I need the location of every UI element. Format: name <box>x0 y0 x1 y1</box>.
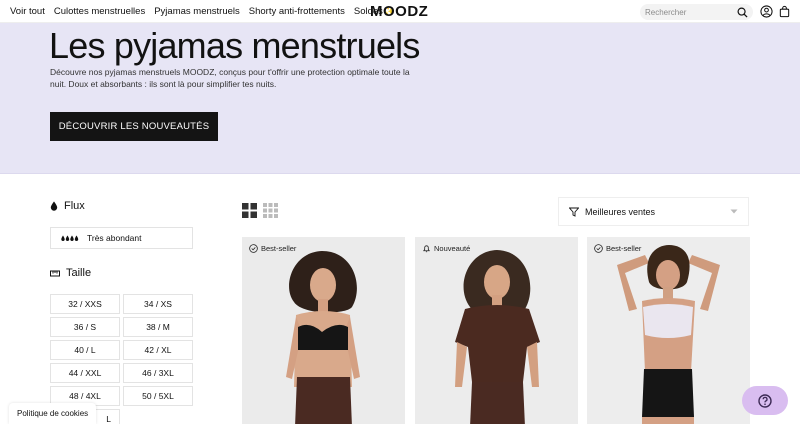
product-image <box>242 237 405 424</box>
product-badge: Nouveauté <box>422 244 470 253</box>
size-option[interactable]: 40 / L <box>50 340 120 360</box>
ruler-icon <box>50 270 60 276</box>
grid-3-icon[interactable] <box>263 203 278 218</box>
filter-icon <box>569 207 579 217</box>
cart-icon[interactable] <box>778 5 791 18</box>
sort-label: Meilleures ventes <box>585 206 656 217</box>
filter-taille-label: Taille <box>66 267 92 279</box>
account-icon[interactable] <box>760 5 773 18</box>
product-badge: Best-seller <box>249 244 296 253</box>
filter-flux-label: Flux <box>64 200 85 212</box>
nav-link-voir-tout[interactable]: Voir tout <box>10 6 45 17</box>
product-badge-label: Nouveauté <box>434 244 471 253</box>
page-title: Les pyjamas menstruels <box>49 25 420 66</box>
discover-new-button[interactable]: DÉCOUVRIR LES NOUVEAUTÉS <box>50 112 218 141</box>
hero-description: Découvre nos pyjamas menstruels MOODZ, c… <box>50 67 410 89</box>
size-option[interactable]: 38 / M <box>123 317 193 337</box>
nav-link-pyjamas[interactable]: Pyjamas menstruels <box>154 6 240 17</box>
search-icon[interactable] <box>737 7 748 18</box>
product-badge: Best-seller <box>594 244 641 253</box>
nav-links: Voir tout Culottes menstruelles Pyjamas … <box>10 0 395 23</box>
size-option[interactable]: 32 / XXS <box>50 294 120 314</box>
top-navigation: Voir tout Culottes menstruelles Pyjamas … <box>0 0 800 23</box>
size-option[interactable]: 42 / XL <box>123 340 193 360</box>
question-icon <box>758 393 772 408</box>
check-circle-icon <box>249 244 258 253</box>
product-card[interactable]: Nouveauté <box>415 237 578 424</box>
sort-select[interactable]: Meilleures ventes <box>558 197 749 226</box>
hero-banner: Les pyjamas menstruels Découvre nos pyja… <box>0 23 800 174</box>
filter-flux-title[interactable]: Flux <box>50 200 85 212</box>
size-option[interactable]: 34 / XS <box>123 294 193 314</box>
view-toggle <box>242 203 278 218</box>
size-option[interactable]: 44 / XXL <box>50 363 120 383</box>
grid-2-icon[interactable] <box>242 203 257 218</box>
cookie-policy-button[interactable]: Politique de cookies <box>9 403 97 424</box>
logo[interactable]: MOODZ <box>370 3 428 20</box>
product-card[interactable]: Best-seller <box>587 237 750 424</box>
nav-link-culottes[interactable]: Culottes menstruelles <box>54 6 145 17</box>
bell-icon <box>423 245 430 253</box>
product-badge-label: Best-seller <box>606 244 642 253</box>
flux-option-label: Très abondant <box>87 233 142 243</box>
size-option[interactable]: 46 / 3XL <box>123 363 193 383</box>
help-button[interactable] <box>742 386 788 415</box>
size-option[interactable]: 50 / 5XL <box>123 386 193 406</box>
chevron-down-icon <box>730 209 738 214</box>
flux-option[interactable]: Très abondant <box>50 227 193 249</box>
product-image <box>587 237 750 424</box>
search-input[interactable] <box>645 7 733 17</box>
drops-icon <box>61 235 79 241</box>
size-option[interactable]: 36 / S <box>50 317 120 337</box>
product-card[interactable]: Best-seller <box>242 237 405 424</box>
filter-taille-title[interactable]: Taille <box>50 267 91 279</box>
product-badge-label: Best-seller <box>261 244 297 253</box>
search-bar[interactable] <box>640 4 753 20</box>
check-circle-icon <box>594 244 603 253</box>
nav-link-shorty[interactable]: Shorty anti-frottements <box>249 6 345 17</box>
drop-icon <box>50 201 58 211</box>
product-image <box>415 237 578 424</box>
